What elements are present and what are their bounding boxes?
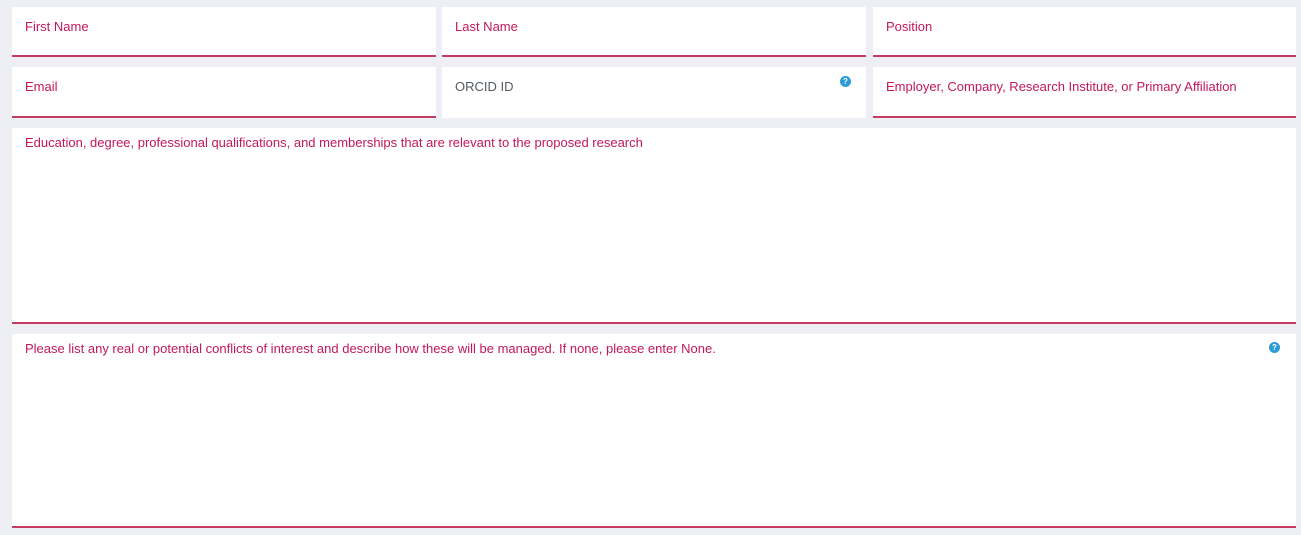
education-field[interactable]: Education, degree, professional qualific… bbox=[12, 128, 1296, 324]
position-field[interactable]: Position bbox=[873, 7, 1296, 57]
conflicts-field[interactable]: Please list any real or potential confli… bbox=[12, 334, 1296, 528]
email-field[interactable]: Email bbox=[12, 67, 436, 118]
last-name-field[interactable]: Last Name bbox=[442, 7, 866, 57]
conflicts-textarea[interactable] bbox=[12, 334, 1296, 526]
email-input[interactable] bbox=[12, 67, 436, 116]
employer-input[interactable] bbox=[873, 67, 1296, 116]
position-input[interactable] bbox=[873, 7, 1296, 55]
help-circle-icon[interactable]: ? bbox=[840, 76, 851, 87]
orcid-id-field[interactable]: ORCID ID ? bbox=[442, 67, 866, 118]
employer-field[interactable]: Employer, Company, Research Institute, o… bbox=[873, 67, 1296, 118]
orcid-id-input[interactable] bbox=[442, 67, 866, 116]
help-circle-icon[interactable]: ? bbox=[1269, 342, 1280, 353]
first-name-input[interactable] bbox=[12, 7, 436, 55]
education-textarea[interactable] bbox=[12, 128, 1296, 322]
first-name-field[interactable]: First Name bbox=[12, 7, 436, 57]
last-name-input[interactable] bbox=[442, 7, 866, 55]
